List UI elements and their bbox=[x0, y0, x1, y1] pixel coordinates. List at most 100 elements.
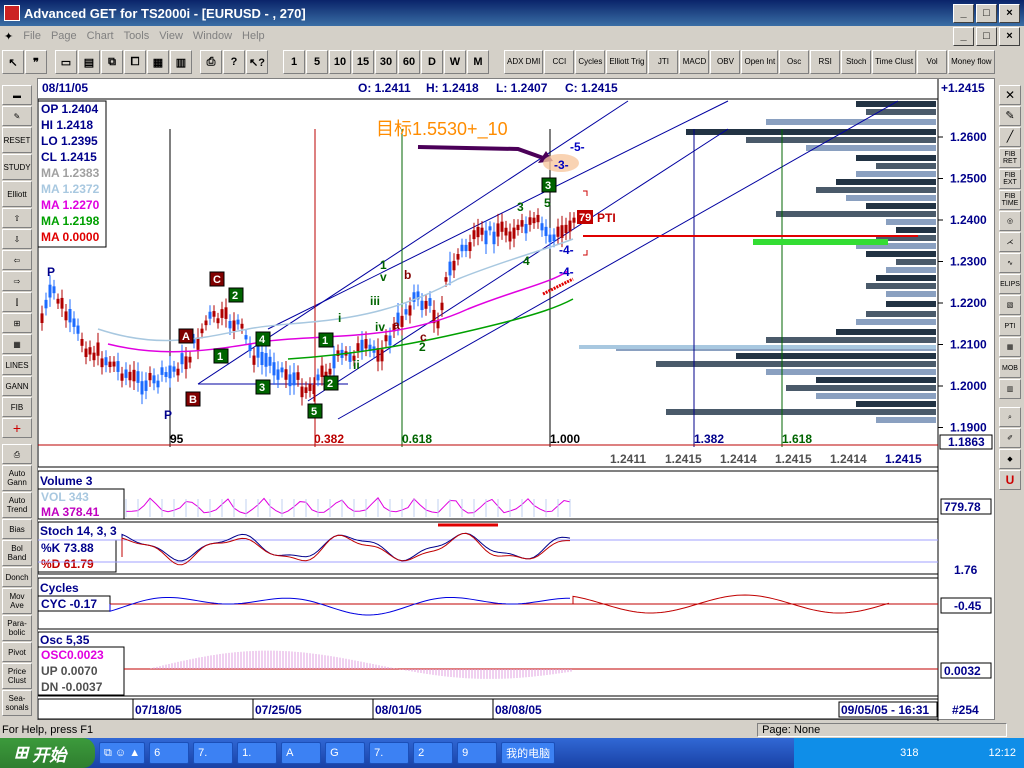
cut-icon[interactable]: ▦ bbox=[147, 50, 169, 74]
vol-button[interactable]: Vol bbox=[917, 50, 948, 74]
elliott-button[interactable]: Elliott bbox=[2, 181, 32, 207]
interval-5-button[interactable]: 5 bbox=[306, 50, 328, 74]
fan-icon[interactable]: ⋌ bbox=[999, 232, 1021, 252]
print-icon[interactable]: ⎙ bbox=[200, 50, 222, 74]
zoom-icon[interactable]: ⌕ bbox=[999, 407, 1021, 427]
rsi-button[interactable]: RSI bbox=[810, 50, 841, 74]
gann-button[interactable]: GANN bbox=[2, 376, 32, 396]
interval-10-button[interactable]: 10 bbox=[329, 50, 351, 74]
interval-1-button[interactable]: 1 bbox=[283, 50, 305, 74]
donch-button[interactable]: Donch bbox=[2, 567, 32, 587]
menu-view[interactable]: View bbox=[159, 30, 183, 42]
fib-time-button[interactable]: FIB TIME bbox=[999, 190, 1021, 210]
macd-button[interactable]: MACD bbox=[679, 50, 710, 74]
task-3[interactable]: 1. bbox=[237, 742, 278, 764]
auto-gann-button[interactable]: Auto Gann bbox=[2, 465, 32, 491]
menu-help[interactable]: Help bbox=[242, 30, 265, 42]
pen-icon[interactable]: ✎ bbox=[999, 106, 1021, 126]
fib-ext-button[interactable]: FIB EXT bbox=[999, 169, 1021, 189]
ruler-icon[interactable]: ▥ bbox=[999, 379, 1021, 399]
edit-icon[interactable]: ▥ bbox=[170, 50, 192, 74]
arrow-down-icon[interactable]: ⇩ bbox=[2, 229, 32, 249]
maximize-button[interactable]: □ bbox=[976, 3, 997, 23]
print-chart-icon[interactable]: ⎙ bbox=[2, 444, 32, 464]
elips-button[interactable]: ELIPS bbox=[999, 274, 1021, 294]
study-button[interactable]: STUDY bbox=[2, 154, 32, 180]
stoch-button[interactable]: Stoch bbox=[841, 50, 872, 74]
reset-button[interactable]: RESET bbox=[2, 127, 32, 153]
bars-icon[interactable]: ⫿ bbox=[2, 292, 32, 312]
start-button[interactable]: ⊞ 开始 bbox=[0, 738, 95, 768]
interval-m-button[interactable]: M bbox=[467, 50, 489, 74]
task-2[interactable]: 7. bbox=[193, 742, 234, 764]
mov-ave-button[interactable]: Mov Ave bbox=[2, 588, 32, 614]
help-icon[interactable]: ? bbox=[223, 50, 245, 74]
price-clust-button[interactable]: Price Clust bbox=[2, 663, 32, 689]
context-help-icon[interactable]: ↖? bbox=[246, 50, 268, 74]
chart-area[interactable]: 08/11/05 O: 1.2411 H: 1.2418 L: 1.2407 C… bbox=[37, 78, 995, 721]
new-icon[interactable]: ▭ bbox=[55, 50, 77, 74]
interval-d-button[interactable]: D bbox=[421, 50, 443, 74]
task-7[interactable]: 2 bbox=[413, 742, 454, 764]
open-icon[interactable]: ▤ bbox=[78, 50, 100, 74]
hatch-icon[interactable]: ▧ bbox=[999, 295, 1021, 315]
interval-30-button[interactable]: 30 bbox=[375, 50, 397, 74]
arrow-up-icon[interactable]: ⇧ bbox=[2, 208, 32, 228]
obv-button[interactable]: OBV bbox=[710, 50, 741, 74]
quote-icon[interactable]: ❞ bbox=[25, 50, 47, 74]
menu-chart[interactable]: Chart bbox=[87, 30, 114, 42]
menu-file[interactable]: File bbox=[23, 30, 41, 42]
task-4[interactable]: A bbox=[281, 742, 322, 764]
jti-button[interactable]: JTI bbox=[648, 50, 679, 74]
parabolic-button[interactable]: Para-bolic bbox=[2, 615, 32, 641]
adx-button[interactable]: ADX DMI bbox=[504, 50, 544, 74]
osc-button[interactable]: Osc bbox=[779, 50, 810, 74]
task-my-computer[interactable]: 我的电脑 bbox=[501, 742, 556, 764]
doc-maximize-button[interactable]: □ bbox=[976, 26, 997, 46]
scale-icon[interactable]: ⊞ bbox=[2, 313, 32, 333]
fib-ret-button[interactable]: FIB RET bbox=[999, 148, 1021, 168]
wave-icon[interactable]: ∿ bbox=[999, 253, 1021, 273]
money-flow-button[interactable]: Money flow bbox=[948, 50, 995, 74]
copy-icon[interactable]: ⧉ bbox=[101, 50, 123, 74]
interval-60-button[interactable]: 60 bbox=[398, 50, 420, 74]
diamond-icon[interactable]: ◆ bbox=[999, 449, 1021, 469]
close-button[interactable]: × bbox=[999, 3, 1020, 23]
interval-w-button[interactable]: W bbox=[444, 50, 466, 74]
elliott-trig-button[interactable]: Elliott Trig bbox=[606, 50, 648, 74]
time-clust-button[interactable]: Time Clust bbox=[872, 50, 917, 74]
paste-icon[interactable]: ⧠ bbox=[124, 50, 146, 74]
folder-icon[interactable]: ▬ bbox=[2, 85, 32, 105]
arrow-right-icon[interactable]: ⇨ bbox=[2, 271, 32, 291]
doc-close-button[interactable]: × bbox=[999, 26, 1020, 46]
task-5[interactable]: G bbox=[325, 742, 366, 764]
cci-button[interactable]: CCI bbox=[544, 50, 575, 74]
pivot-button[interactable]: Pivot bbox=[2, 642, 32, 662]
cycles-button[interactable]: Cycles bbox=[575, 50, 606, 74]
fib-button[interactable]: FIB bbox=[2, 397, 32, 417]
doc-minimize-button[interactable]: _ bbox=[953, 26, 974, 46]
magnet-icon[interactable]: U bbox=[999, 470, 1021, 490]
grid-icon[interactable]: ▦ bbox=[2, 334, 32, 354]
minimize-button[interactable]: _ bbox=[953, 3, 974, 23]
lines-button[interactable]: LINES bbox=[2, 355, 32, 375]
pencil-tool-icon[interactable]: ✐ bbox=[999, 428, 1021, 448]
close-x-icon[interactable]: ✕ bbox=[999, 85, 1021, 105]
line-icon[interactable]: ╱ bbox=[999, 127, 1021, 147]
menu-tools[interactable]: Tools bbox=[124, 30, 150, 42]
pencil-icon[interactable]: ✎ bbox=[2, 106, 32, 126]
open-int-button[interactable]: Open Int bbox=[741, 50, 779, 74]
mob-button[interactable]: MOB bbox=[999, 358, 1021, 378]
pti-button[interactable]: PTI bbox=[999, 316, 1021, 336]
task-1[interactable]: 6 bbox=[149, 742, 190, 764]
circle-icon[interactable]: ◎ bbox=[999, 211, 1021, 231]
auto-trend-button[interactable]: Auto Trend bbox=[2, 492, 32, 518]
crosshair-icon[interactable]: + bbox=[2, 418, 32, 438]
menu-page[interactable]: Page bbox=[51, 30, 77, 42]
task-6[interactable]: 7. bbox=[369, 742, 410, 764]
interval-15-button[interactable]: 15 bbox=[352, 50, 374, 74]
task-8[interactable]: 9 bbox=[457, 742, 498, 764]
quicklaunch[interactable]: ⧉ ☺ ▲ bbox=[99, 742, 146, 764]
seasonals-button[interactable]: Sea-sonals bbox=[2, 690, 32, 716]
bias-button[interactable]: Bias bbox=[2, 519, 32, 539]
